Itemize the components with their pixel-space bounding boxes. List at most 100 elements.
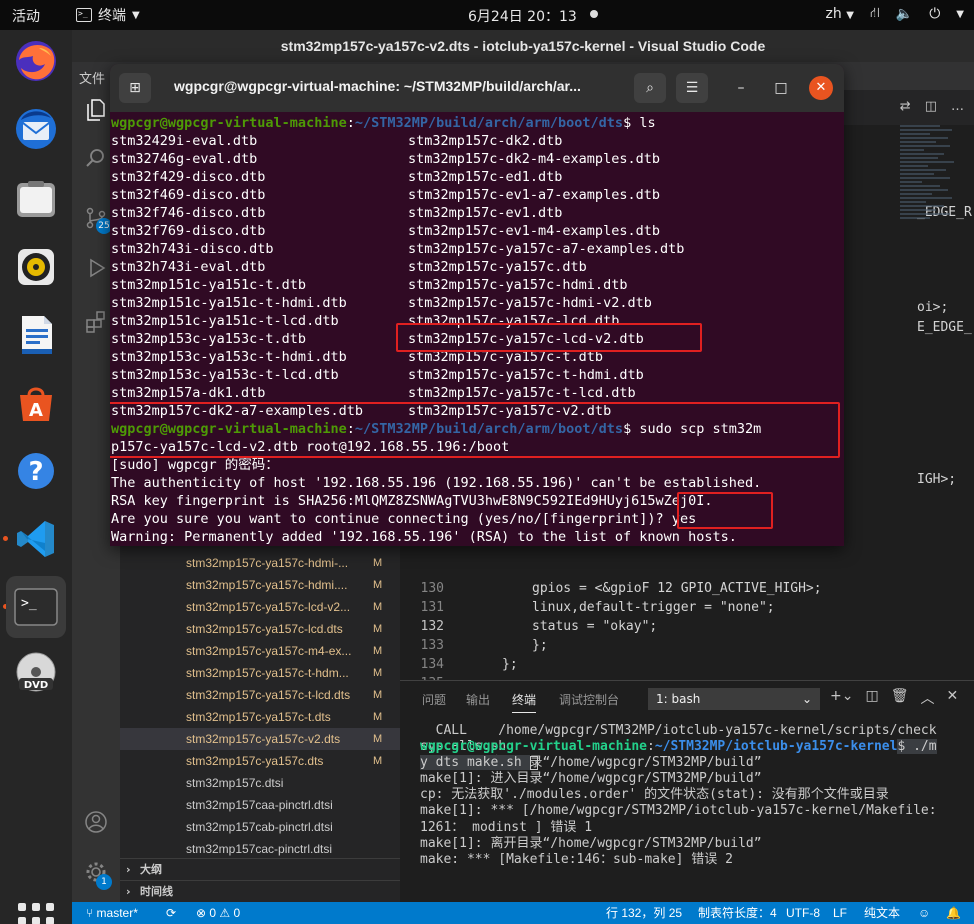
help-icon[interactable]: ? xyxy=(10,445,62,497)
files-icon[interactable] xyxy=(10,173,62,225)
terminal-line: cp: 无法获取'./modules.order' 的文件状态(stat): 没… xyxy=(420,787,889,803)
file-item[interactable]: stm32mp157c-ya157c-t-hdm... M xyxy=(120,662,400,684)
file-entry: stm32mp157c-ev1.dtb xyxy=(408,205,563,221)
git-status-badge: M xyxy=(373,711,383,723)
input-method-indicator[interactable]: zh ▼ xyxy=(826,6,854,22)
split-terminal-icon[interactable]: ◫ xyxy=(865,688,878,708)
file-item[interactable]: stm32mp157c-ya157c-m4-ex... M xyxy=(120,640,400,662)
sync-icon[interactable]: ⟳ xyxy=(166,902,176,924)
network-icon[interactable]: ⛙ xyxy=(870,5,880,23)
maximize-panel-icon[interactable]: ︿ xyxy=(920,688,934,708)
app-store-icon[interactable]: A xyxy=(10,377,62,429)
git-status-badge: M xyxy=(373,579,383,591)
file-item[interactable]: stm32mp157c-ya157c-hdmi.... M xyxy=(120,574,400,596)
code-text: gpios = <&gpioF 12 GPIO_ACTIVE_HIGH>; xyxy=(532,581,822,596)
tab-problems[interactable]: 问题 xyxy=(422,691,446,708)
file-entry: stm32mp151c-ya151c-t-lcd.dtb xyxy=(111,313,339,329)
minimap[interactable] xyxy=(900,125,960,425)
rhythmbox-icon[interactable] xyxy=(10,241,62,293)
file-item[interactable]: stm32mp157caa-pinctrl.dtsi xyxy=(120,794,400,816)
show-applications-icon[interactable] xyxy=(18,903,54,924)
highlight-box xyxy=(396,323,702,352)
file-item[interactable]: stm32mp157cac-pinctrl.dtsi xyxy=(120,838,400,860)
more-actions-icon[interactable]: … xyxy=(951,99,964,114)
terminal-line: make[1]: *** [/home/wgpcgr/STM32MP/iotcl… xyxy=(420,803,937,819)
split-editor-icon[interactable]: ◫ xyxy=(925,99,937,114)
integrated-terminal[interactable]: CALL /home/wgpcgr/STM32MP/iotclub-ya157c… xyxy=(420,723,937,867)
clock[interactable]: 6月24日 20：13 xyxy=(468,6,577,26)
tab-output[interactable]: 输出 xyxy=(466,691,490,708)
feedback-icon[interactable]: ☺ xyxy=(918,902,930,924)
activities-button[interactable]: 活动 xyxy=(12,6,40,26)
problems-indicator[interactable]: ⊗ 0 ⚠ 0 xyxy=(196,902,240,924)
terminal-line: The authenticity of host '192.168.55.196… xyxy=(111,475,762,491)
git-status-badge: M xyxy=(373,601,383,613)
file-item[interactable]: stm32mp157c-ya157c.dts M xyxy=(120,750,400,772)
extensions-icon[interactable] xyxy=(83,310,109,336)
account-badge: 1 xyxy=(96,874,112,890)
account-icon[interactable] xyxy=(83,810,109,836)
close-panel-icon[interactable]: ✕ xyxy=(946,688,958,708)
file-item[interactable]: stm32mp157cab-pinctrl.dtsi xyxy=(120,816,400,838)
running-indicator xyxy=(3,536,8,541)
search-icon[interactable] xyxy=(83,146,109,172)
language-mode[interactable]: 纯文本 xyxy=(864,902,900,924)
outline-section[interactable]: › 大纲 xyxy=(120,858,400,880)
cursor-position[interactable]: 行 132，列 25 xyxy=(606,902,682,924)
minimize-icon[interactable]: – xyxy=(728,75,754,101)
terminal-app-icon[interactable]: >_ xyxy=(6,576,66,638)
close-icon[interactable]: ✕ xyxy=(809,76,833,100)
explorer-icon[interactable] xyxy=(83,98,109,124)
file-item[interactable]: stm32mp157c-ya157c-v2.dts M xyxy=(120,728,400,750)
new-tab-icon[interactable]: ⊞ xyxy=(119,73,151,103)
ls-row: stm32h743i-disco.dtb stm32mp157c-ya157c-a… xyxy=(111,240,761,258)
file-entry: stm32429i-eval.dtb xyxy=(111,133,258,149)
file-entry: stm32f746-disco.dtb xyxy=(111,205,266,221)
vscode-icon[interactable] xyxy=(10,513,62,565)
caret-down-icon: ▼ xyxy=(132,9,140,21)
thunderbird-icon[interactable] xyxy=(10,103,62,155)
file-item[interactable]: stm32mp157c.dtsi xyxy=(120,772,400,794)
debug-icon[interactable] xyxy=(83,256,109,282)
file-name: stm32mp157c-ya157c-v2.dts xyxy=(186,732,341,746)
branch-indicator[interactable]: ⑂ master* xyxy=(86,902,138,924)
ls-row: stm32mp151c-ya151c-t-hdmi.dtb stm32mp157c… xyxy=(111,294,761,312)
maximize-icon[interactable]: □ xyxy=(768,75,794,101)
file-name: stm32mp157cac-pinctrl.dtsi xyxy=(186,842,333,856)
bell-icon[interactable]: 🔔 xyxy=(946,902,961,924)
tab-size[interactable]: 制表符长度：4 xyxy=(698,902,777,924)
terminal-select[interactable]: 1: bash ⌄ xyxy=(648,688,820,710)
power-icon[interactable]: ⏻ xyxy=(929,6,940,22)
file-entry: stm32f769-disco.dtb xyxy=(111,223,266,239)
tab-terminal[interactable]: 终端 xyxy=(512,691,537,713)
encoding[interactable]: UTF-8 xyxy=(786,902,820,924)
terminal-title: wgpcgr@wgpcgr-virtual-machine: ~/STM32MP… xyxy=(174,78,581,94)
timeline-section[interactable]: › 时间线 xyxy=(120,880,400,902)
file-item[interactable]: stm32mp157c-ya157c-lcd-v2... M xyxy=(120,596,400,618)
code-fragment: IGH>; xyxy=(917,472,957,487)
file-item[interactable]: stm32mp157c-ya157c-hdmi-... M xyxy=(120,552,400,574)
menu-file[interactable]: 文件 xyxy=(79,68,105,87)
hamburger-menu-icon[interactable]: ☰ xyxy=(676,73,708,103)
ls-row: stm32f746-disco.dtb stm32mp157c-ev1.dtb xyxy=(111,204,761,222)
file-item[interactable]: stm32mp157c-ya157c-t-lcd.dts M xyxy=(120,684,400,706)
new-terminal-icon[interactable]: +⌄ xyxy=(830,688,853,708)
terminal-prompt-line: wgpcgr@wgpcgr-virtual-machine:~/STM32MP/… xyxy=(111,115,656,131)
dvd-icon[interactable]: DVD xyxy=(10,647,62,699)
libreoffice-writer-icon[interactable] xyxy=(10,309,62,361)
chevron-down-icon[interactable]: ▼ xyxy=(956,9,964,20)
firefox-icon[interactable] xyxy=(10,35,62,87)
file-item[interactable]: stm32mp157c-ya157c-lcd.dts M xyxy=(120,618,400,640)
search-icon[interactable]: ⌕ xyxy=(634,73,666,103)
eol[interactable]: LF xyxy=(833,902,847,924)
compare-icon[interactable]: ⇄ xyxy=(900,99,911,114)
file-name: stm32mp157c-ya157c-lcd-v2... xyxy=(186,600,351,614)
highlight-box xyxy=(677,492,773,529)
git-status-badge: M xyxy=(373,645,383,657)
file-item[interactable]: stm32mp157c-ya157c-t.dts M xyxy=(120,706,400,728)
volume-icon[interactable]: 🔈 xyxy=(896,6,913,22)
app-menu[interactable]: >_ 终端 ▼ xyxy=(76,5,140,25)
trash-icon[interactable]: 🗑 xyxy=(891,688,909,708)
tab-debug-console[interactable]: 调试控制台 xyxy=(559,691,619,708)
file-entry: stm32mp157c-ya157c.dtb xyxy=(408,259,587,275)
